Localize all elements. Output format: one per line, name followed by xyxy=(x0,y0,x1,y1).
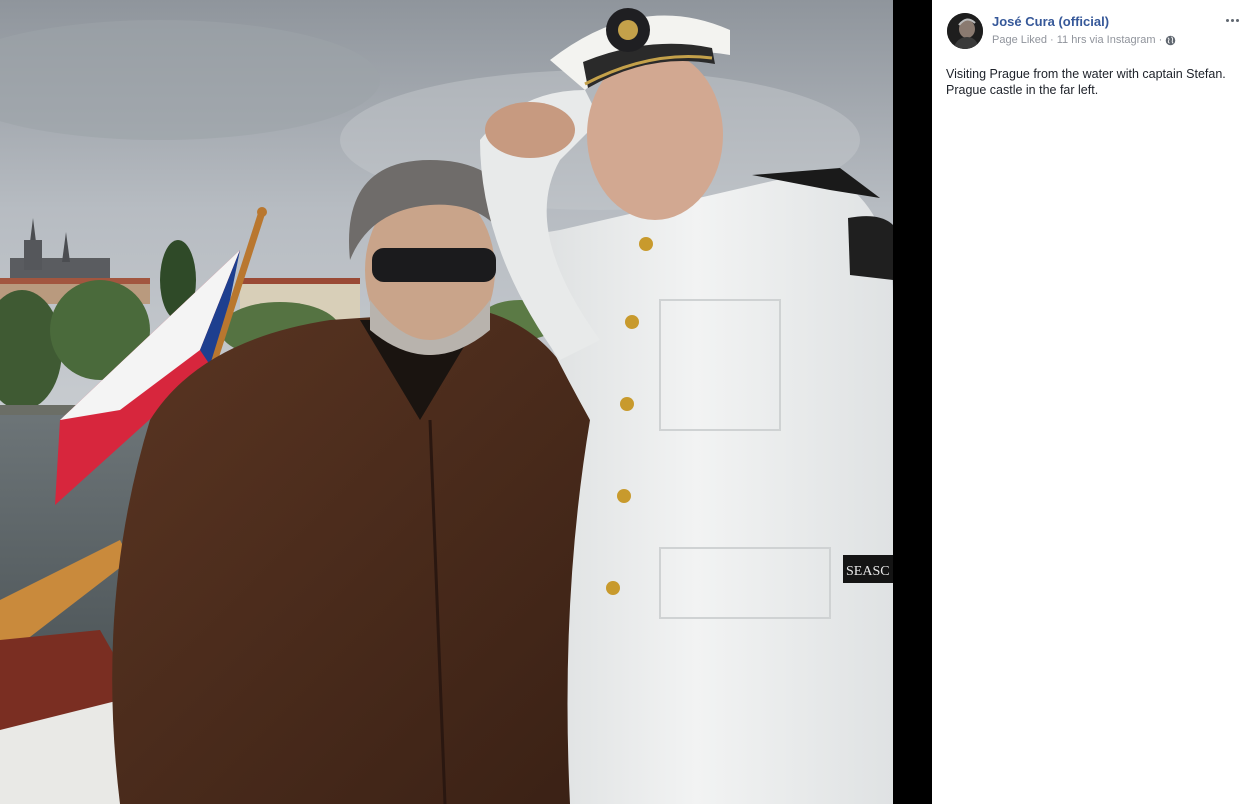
page-name-link[interactable]: José Cura (official) xyxy=(992,14,1109,29)
meta-separator: · xyxy=(1050,34,1054,46)
sleeve-text: SEASC xyxy=(846,564,890,579)
post-meta: Page Liked · 11 hrs via Instagram · xyxy=(992,34,1176,46)
avatar[interactable] xyxy=(947,13,983,49)
post-timestamp[interactable]: 11 hrs via Instagram xyxy=(1057,34,1156,46)
post-photo[interactable]: SEASC xyxy=(0,0,893,804)
avatar-image xyxy=(947,13,983,49)
post-sidebar: José Cura (official) Page Liked · 11 hrs… xyxy=(932,0,1254,804)
page-liked-status[interactable]: Page Liked xyxy=(992,34,1047,46)
post-caption: Visiting Prague from the water with capt… xyxy=(946,67,1226,97)
photo-frame-edge xyxy=(893,0,932,804)
meta-separator: · xyxy=(1158,34,1163,46)
photo-illustration: SEASC xyxy=(0,0,893,804)
globe-icon[interactable] xyxy=(1165,35,1176,46)
more-options-icon[interactable] xyxy=(1222,12,1242,28)
